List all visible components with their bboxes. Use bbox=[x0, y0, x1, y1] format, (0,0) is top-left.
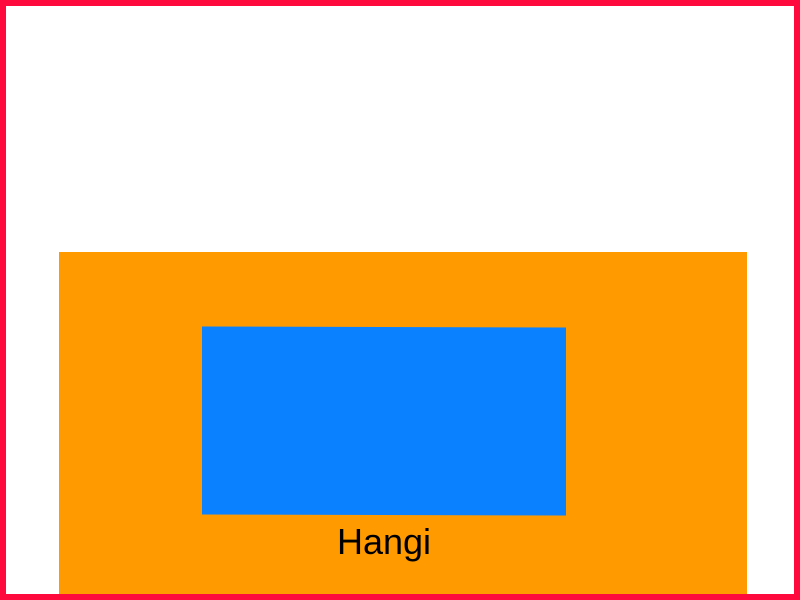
rectangle-label: Hangi bbox=[336, 521, 432, 562]
orange-panel: Hangi bbox=[59, 252, 747, 594]
red-border-frame: Hangi bbox=[0, 0, 800, 600]
blue-rectangle bbox=[202, 326, 566, 516]
